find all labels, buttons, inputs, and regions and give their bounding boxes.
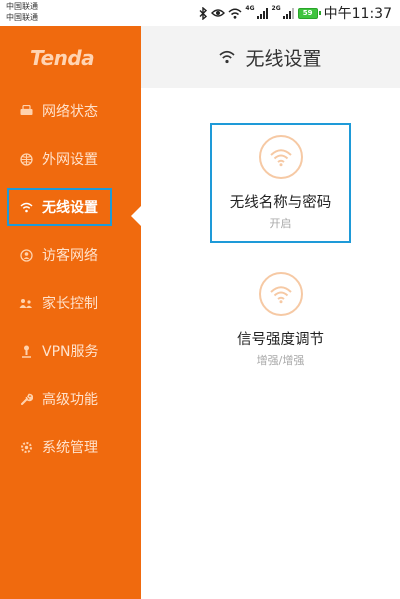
sidebar-item-label: 系统管理 [42,440,98,456]
page-header: 无线设置 [141,26,400,88]
wifi-icon [258,272,303,316]
carrier-1-label: 中国联通 [6,2,38,11]
wifi-icon [19,200,33,214]
card-status: 增强/增强 [256,354,305,367]
status-bar: 中国联通 中国联通 4G 2G 59 中午11:37 [0,0,400,26]
eye-icon [211,9,226,17]
parental-icon [19,296,33,310]
battery-icon: 59 [297,7,321,19]
carrier-2-label: 中国联通 [6,13,38,22]
active-item-pointer [131,206,141,226]
card-status: 开启 [269,217,292,230]
sidebar-item-label: 网络状态 [42,104,98,120]
sidebar-item-label: VPN服务 [42,344,99,360]
sidebar-item-vpn-service[interactable]: VPN服务 [0,332,141,370]
vpn-icon [19,344,33,358]
signal-2-icon [282,7,294,19]
sidebar-item-parental-control[interactable]: 家长控制 [0,284,141,322]
sidebar-item-system-management[interactable]: 系统管理 [0,428,141,466]
sidebar-item-wan-settings[interactable]: 外网设置 [0,140,141,178]
sidebar: Tenda 网络状态 外网设置 无线设置 访客网络 家长控制 VPN服务 高级功… [0,26,141,599]
card-title: 无线名称与密码 [229,195,332,211]
page-title: 无线设置 [245,47,322,70]
sidebar-item-advanced[interactable]: 高级功能 [0,380,141,418]
sidebar-item-label: 无线设置 [42,200,98,216]
globe-icon [19,152,33,166]
sidebar-item-label: 外网设置 [42,152,98,168]
signal-strength-card[interactable]: 信号强度调节 增强/增强 [210,268,351,378]
sidebar-item-label: 高级功能 [42,392,98,408]
network-1-label: 4G [245,5,255,12]
wrench-icon [19,392,33,406]
guest-icon [19,248,33,262]
card-title: 信号强度调节 [237,332,324,348]
network-2-label: 2G [271,5,281,12]
tenda-logo: Tenda [30,46,95,70]
wifi-icon [258,135,303,179]
gear-icon [19,440,33,454]
sidebar-item-network-status[interactable]: 网络状态 [0,92,141,130]
wifi-icon [219,50,236,64]
battery-level: 59 [302,8,313,17]
sidebar-item-label: 家长控制 [42,296,98,312]
sidebar-item-guest-network[interactable]: 访客网络 [0,236,141,274]
signal-1-icon [256,7,268,19]
sidebar-item-label: 访客网络 [42,248,98,264]
clock: 中午11:37 [323,6,392,22]
sidebar-item-wireless-settings[interactable]: 无线设置 [7,188,112,226]
monitor-icon [19,104,33,118]
wifi-status-icon [228,8,242,19]
bluetooth-icon [199,6,208,20]
status-icons: 4G 2G 59 中午11:37 [199,4,392,22]
wireless-name-password-card[interactable]: 无线名称与密码 开启 [210,123,351,243]
